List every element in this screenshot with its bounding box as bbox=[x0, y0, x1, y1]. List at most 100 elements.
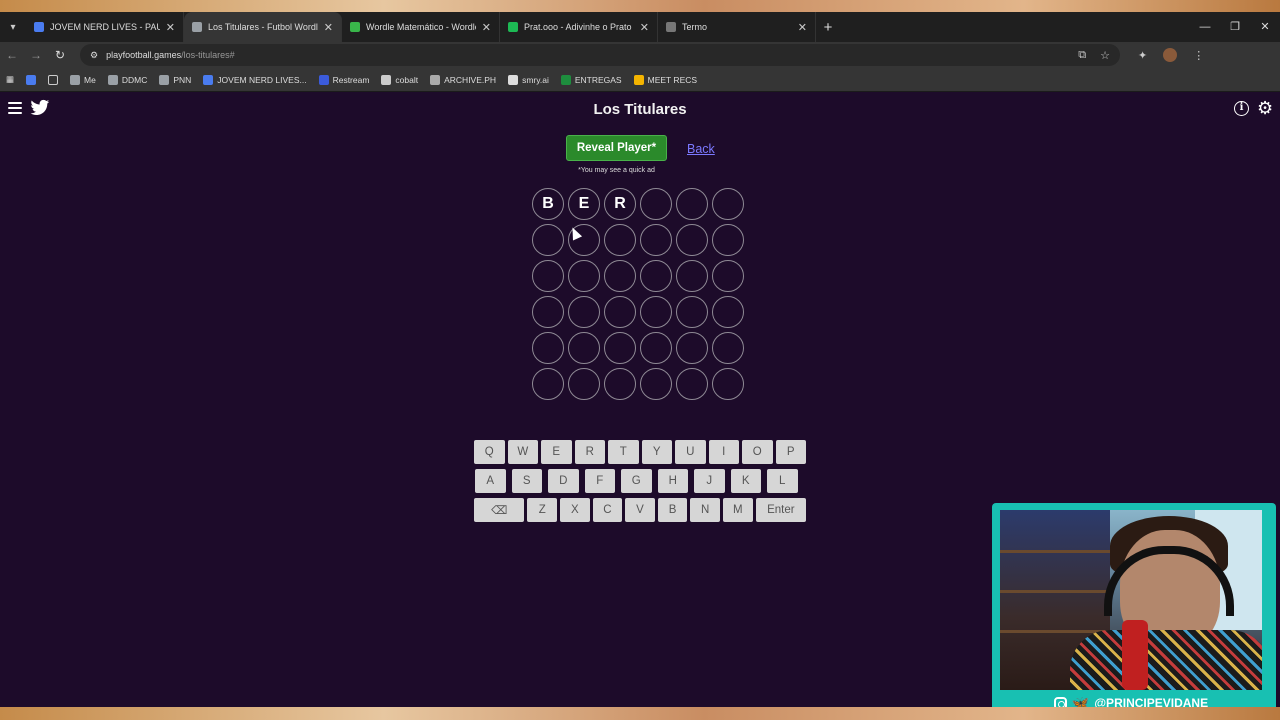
browser-tab[interactable]: JOVEM NERD LIVES - PAUTA - D ✕ bbox=[26, 12, 184, 42]
browser-tab[interactable]: Wordle Matemático - Wordle c ✕ bbox=[342, 12, 500, 42]
back-link[interactable]: Back bbox=[687, 142, 715, 156]
address-bar[interactable]: ⚙ playfootball.games/los-titulares# ⧉ ☆ bbox=[80, 44, 1120, 66]
tab-close-icon[interactable]: ✕ bbox=[324, 21, 333, 34]
keyboard-key[interactable]: B bbox=[657, 498, 688, 522]
new-tab-button[interactable]: + bbox=[816, 19, 840, 36]
profile-avatar[interactable] bbox=[1163, 48, 1178, 62]
bookmark-label: ENTREGAS bbox=[574, 74, 622, 85]
browser-tab-bar: ▾ JOVEM NERD LIVES - PAUTA - D ✕ Los Tit… bbox=[0, 12, 1280, 42]
bookmark-folder-icon-only[interactable] bbox=[48, 74, 59, 85]
letter-cell bbox=[640, 188, 672, 220]
stream-overlay-bottom-border bbox=[0, 707, 1280, 720]
keyboard-key[interactable]: L bbox=[767, 469, 798, 493]
tab-close-icon[interactable]: ✕ bbox=[640, 21, 649, 34]
browser-tab[interactable]: Los Titulares - Futbol Wordle G ✕ bbox=[184, 12, 342, 42]
keyboard-key[interactable]: U bbox=[675, 440, 706, 464]
browser-toolbar: ← → ↻ ⚙ playfootball.games/los-titulares… bbox=[0, 42, 1280, 68]
bookmark-item[interactable]: ARCHIVE.PH bbox=[430, 74, 496, 85]
keyboard-key[interactable]: J bbox=[694, 469, 725, 493]
keyboard-key[interactable]: D bbox=[548, 469, 579, 493]
letter-cell bbox=[604, 224, 636, 256]
tab-favicon-icon bbox=[34, 22, 44, 32]
site-info-icon[interactable]: ⚙ bbox=[90, 50, 98, 61]
keyboard-key[interactable]: Z bbox=[527, 498, 558, 522]
apps-grid-icon[interactable]: ▦ bbox=[6, 74, 14, 85]
close-window-icon[interactable]: ✕ bbox=[1250, 12, 1280, 42]
keyboard-key[interactable]: Q bbox=[474, 440, 505, 464]
browser-tab[interactable]: Termo ✕ bbox=[658, 12, 816, 42]
keyboard-key[interactable]: E bbox=[541, 440, 572, 464]
letter-cell bbox=[712, 260, 744, 292]
bookmark-item[interactable]: MEET RECS bbox=[633, 74, 698, 85]
forward-arrow-icon[interactable]: → bbox=[24, 48, 48, 62]
letter-cell bbox=[640, 260, 672, 292]
on-screen-keyboard: QWERTYUIOP ASDFGHJKL ⌫ Z X C V B N M Enter bbox=[474, 440, 807, 527]
webcam-overlay: 🦋 @PRINCIPEVIDANE bbox=[992, 503, 1276, 717]
keyboard-key[interactable]: G bbox=[621, 469, 652, 493]
enter-key[interactable]: Enter bbox=[755, 498, 807, 522]
bookmark-item[interactable]: ENTREGAS bbox=[560, 74, 622, 85]
restore-icon[interactable]: ❐ bbox=[1220, 12, 1250, 42]
bookmark-label: Me bbox=[84, 74, 96, 85]
info-icon[interactable]: i bbox=[1234, 101, 1249, 116]
bookmark-icon-only[interactable] bbox=[26, 74, 37, 85]
keyboard-key[interactable]: C bbox=[592, 498, 623, 522]
keyboard-key[interactable]: T bbox=[608, 440, 639, 464]
reload-icon[interactable]: ↻ bbox=[48, 48, 72, 62]
keyboard-key[interactable]: R bbox=[574, 440, 605, 464]
tab-title: Los Titulares - Futbol Wordle G bbox=[208, 22, 318, 32]
letter-cell: R bbox=[604, 188, 636, 220]
keyboard-key[interactable]: X bbox=[560, 498, 590, 522]
keyboard-key[interactable]: F bbox=[584, 469, 615, 493]
keyboard-row-3: ⌫ Z X C V B N M Enter bbox=[474, 498, 807, 522]
tab-close-icon[interactable]: ✕ bbox=[482, 21, 491, 34]
keyboard-key[interactable]: N bbox=[690, 498, 720, 522]
bookmark-star-icon[interactable]: ☆ bbox=[1100, 49, 1110, 62]
letter-cell bbox=[676, 260, 708, 292]
browser-tab[interactable]: Prat.ooo - Adivinhe o Prato do ✕ bbox=[500, 12, 658, 42]
keyboard-key[interactable]: O bbox=[742, 440, 773, 464]
keyboard-key[interactable]: P bbox=[775, 440, 806, 464]
letter-cell bbox=[604, 260, 636, 292]
tab-search-icon[interactable]: ▾ bbox=[0, 12, 26, 42]
bookmarks-bar: ▦ Me DDMC PNN JOVEM NERD LIVES... Restre… bbox=[0, 68, 1280, 92]
letter-cell bbox=[712, 296, 744, 328]
gear-icon[interactable]: ⚙ bbox=[1257, 99, 1273, 117]
bookmark-label: MEET RECS bbox=[647, 74, 698, 85]
letter-cell bbox=[532, 332, 564, 364]
minimize-icon[interactable]: — bbox=[1190, 12, 1220, 42]
letter-cell bbox=[712, 368, 744, 400]
tab-close-icon[interactable]: ✕ bbox=[166, 21, 175, 34]
keyboard-key[interactable]: H bbox=[657, 469, 688, 493]
keyboard-key[interactable]: Y bbox=[641, 440, 672, 464]
letter-cell bbox=[604, 368, 636, 400]
menu-kebab-icon[interactable]: ⋮ bbox=[1193, 49, 1204, 62]
extensions-icon[interactable]: ✦ bbox=[1138, 49, 1147, 62]
bookmark-item[interactable]: DDMC bbox=[107, 74, 147, 85]
page-title: Los Titulares bbox=[593, 101, 687, 118]
letter-cell bbox=[712, 188, 744, 220]
reveal-player-button[interactable]: Reveal Player* bbox=[566, 135, 667, 161]
keyboard-key[interactable]: V bbox=[625, 498, 655, 522]
tab-close-icon[interactable]: ✕ bbox=[798, 21, 807, 34]
keyboard-key[interactable]: S bbox=[511, 469, 542, 493]
backspace-key[interactable]: ⌫ bbox=[474, 498, 525, 522]
keyboard-key[interactable]: W bbox=[507, 440, 538, 464]
bookmark-item[interactable]: JOVEM NERD LIVES... bbox=[203, 74, 307, 85]
back-arrow-icon[interactable]: ← bbox=[0, 48, 24, 62]
letter-cell bbox=[640, 332, 672, 364]
tab-favicon-icon bbox=[666, 22, 676, 32]
keyboard-key[interactable]: A bbox=[475, 469, 506, 493]
keyboard-key[interactable]: M bbox=[723, 498, 753, 522]
bookmark-item[interactable]: smry.ai bbox=[508, 74, 549, 85]
bookmark-item[interactable]: PNN bbox=[159, 74, 191, 85]
bookmark-item[interactable]: Restream bbox=[318, 74, 369, 85]
install-app-icon[interactable]: ⧉ bbox=[1078, 49, 1086, 62]
keyboard-key[interactable]: K bbox=[730, 469, 761, 493]
bookmark-item[interactable]: cobalt bbox=[381, 74, 418, 85]
bookmark-item[interactable]: Me bbox=[70, 74, 96, 85]
letter-cell bbox=[676, 296, 708, 328]
keyboard-key[interactable]: I bbox=[708, 440, 739, 464]
letter-cell: B bbox=[532, 188, 564, 220]
bookmark-favicon-icon bbox=[508, 74, 519, 85]
